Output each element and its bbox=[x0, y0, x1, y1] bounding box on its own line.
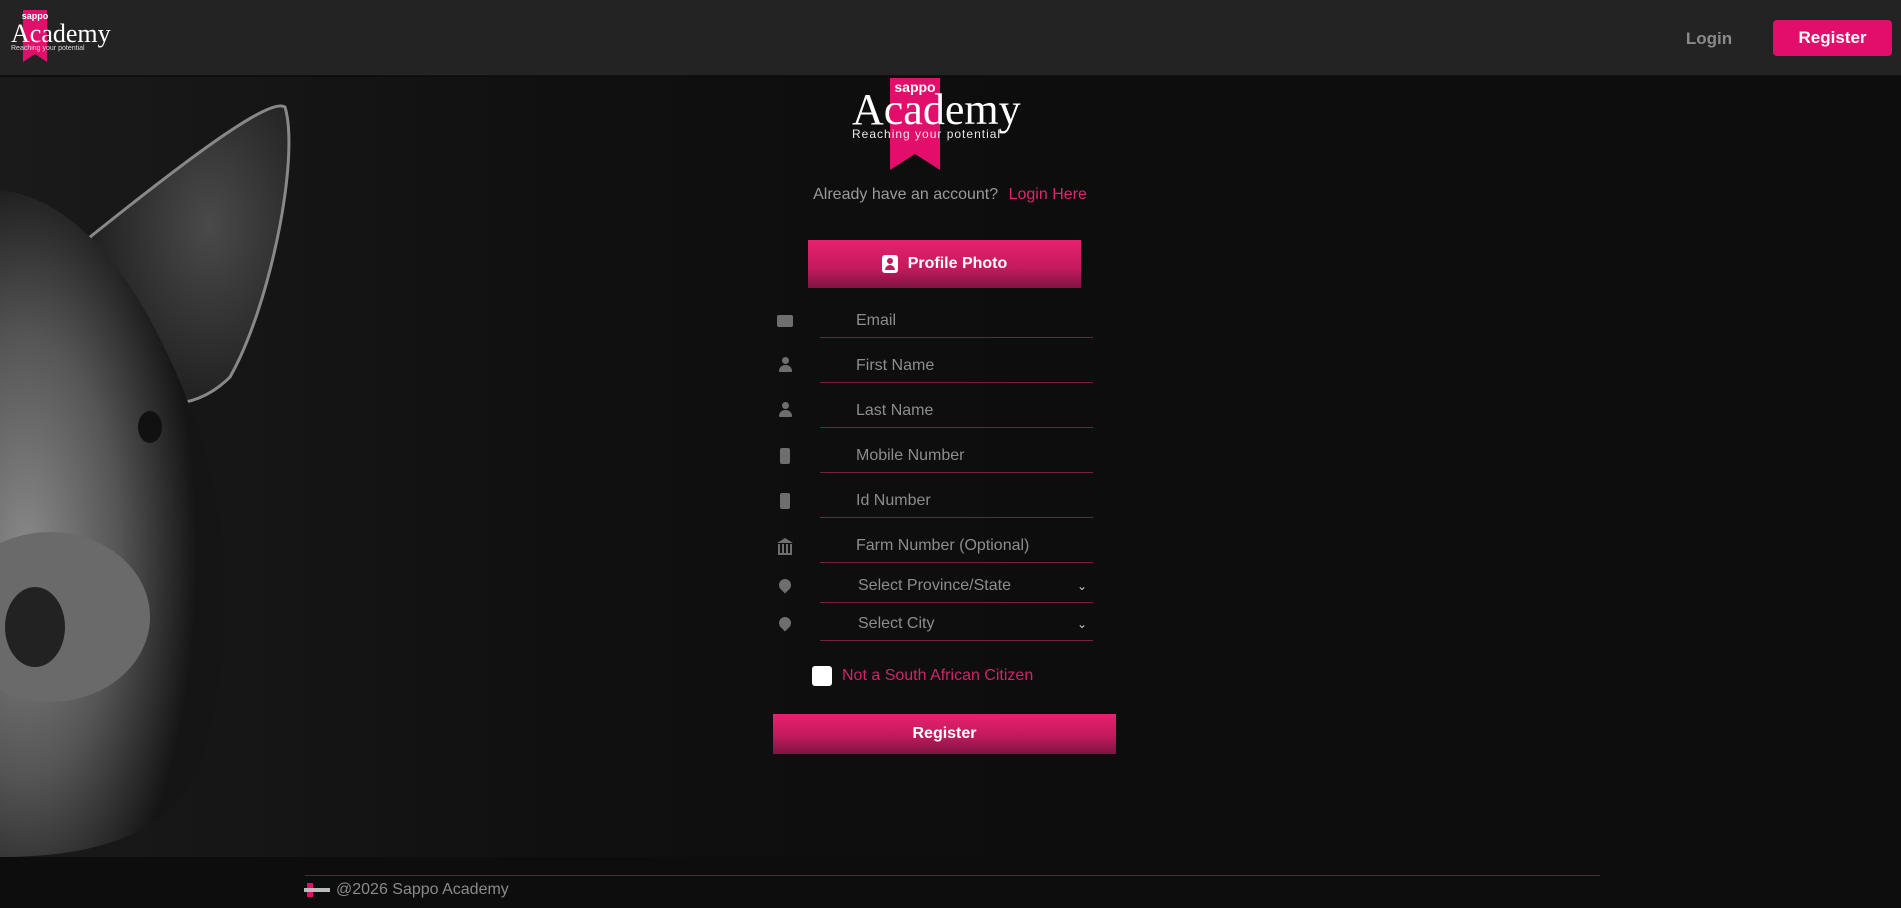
email-field-row bbox=[776, 304, 1094, 338]
user-icon bbox=[776, 402, 794, 420]
chevron-down-icon: ⌄ bbox=[1076, 579, 1088, 593]
first-name-input[interactable] bbox=[820, 349, 1093, 383]
footer-divider bbox=[305, 875, 1600, 876]
sappo-academy-logo[interactable]: sappo Academy Reaching your potential bbox=[11, 10, 131, 66]
last-name-input[interactable] bbox=[820, 394, 1093, 428]
already-text: Already have an account? bbox=[813, 186, 999, 203]
contact-card-icon bbox=[881, 255, 898, 273]
city-select-value: Select City bbox=[858, 615, 935, 632]
not-sa-citizen-label[interactable]: Not a South African Citizen bbox=[842, 667, 1033, 685]
bank-icon bbox=[776, 537, 794, 555]
email-input[interactable] bbox=[820, 304, 1093, 338]
city-select[interactable]: Select City ⌄ bbox=[820, 607, 1093, 641]
top-navbar: sappo Academy Reaching your potential Lo… bbox=[0, 0, 1901, 76]
pig-photo bbox=[0, 104, 291, 857]
not-sa-citizen-checkbox[interactable] bbox=[812, 666, 832, 686]
footer: @2026 Sappo Academy bbox=[304, 879, 509, 901]
citizen-checkbox-row: Not a South African Citizen bbox=[812, 664, 1072, 688]
svg-text:Academy: Academy bbox=[11, 19, 111, 48]
nav-login-link[interactable]: Login bbox=[1664, 25, 1754, 53]
farm-number-field-row bbox=[776, 529, 1094, 563]
svg-text:Reaching your potential: Reaching your potential bbox=[852, 127, 1001, 141]
login-prompt: Already have an account? Login Here bbox=[760, 186, 1140, 210]
copyright-text: @2026 Sappo Academy bbox=[336, 881, 509, 898]
province-select[interactable]: Select Province/State ⌄ bbox=[820, 569, 1093, 603]
mobile-number-input[interactable] bbox=[820, 439, 1093, 473]
envelope-icon bbox=[776, 312, 794, 330]
user-icon bbox=[776, 357, 794, 375]
location-pin-icon bbox=[776, 576, 794, 595]
location-pin-icon bbox=[776, 614, 794, 633]
chevron-down-icon: ⌄ bbox=[1076, 617, 1088, 631]
farm-number-input[interactable] bbox=[820, 529, 1093, 563]
mobile-number-field-row bbox=[776, 439, 1094, 473]
province-select-value: Select Province/State bbox=[858, 577, 1011, 594]
footer-logo bbox=[304, 883, 330, 897]
id-number-input[interactable] bbox=[820, 484, 1093, 518]
province-field-row: Select Province/State ⌄ bbox=[776, 569, 1094, 603]
mobile-icon bbox=[776, 492, 794, 510]
svg-text:Reaching your potential: Reaching your potential bbox=[11, 45, 85, 52]
first-name-field-row bbox=[776, 349, 1094, 383]
mobile-icon bbox=[776, 447, 794, 465]
id-number-field-row bbox=[776, 484, 1094, 518]
sappo-academy-main-logo: sappo Academy Reaching your potential bbox=[852, 78, 1021, 170]
city-field-row: Select City ⌄ bbox=[776, 607, 1094, 641]
profile-photo-button[interactable]: Profile Photo bbox=[808, 240, 1081, 288]
register-submit-button[interactable]: Register bbox=[773, 714, 1116, 754]
nav-register-button[interactable]: Register bbox=[1773, 20, 1892, 56]
profile-photo-label: Profile Photo bbox=[907, 255, 1008, 272]
last-name-field-row bbox=[776, 394, 1094, 428]
login-here-link[interactable]: Login Here bbox=[1009, 186, 1087, 203]
